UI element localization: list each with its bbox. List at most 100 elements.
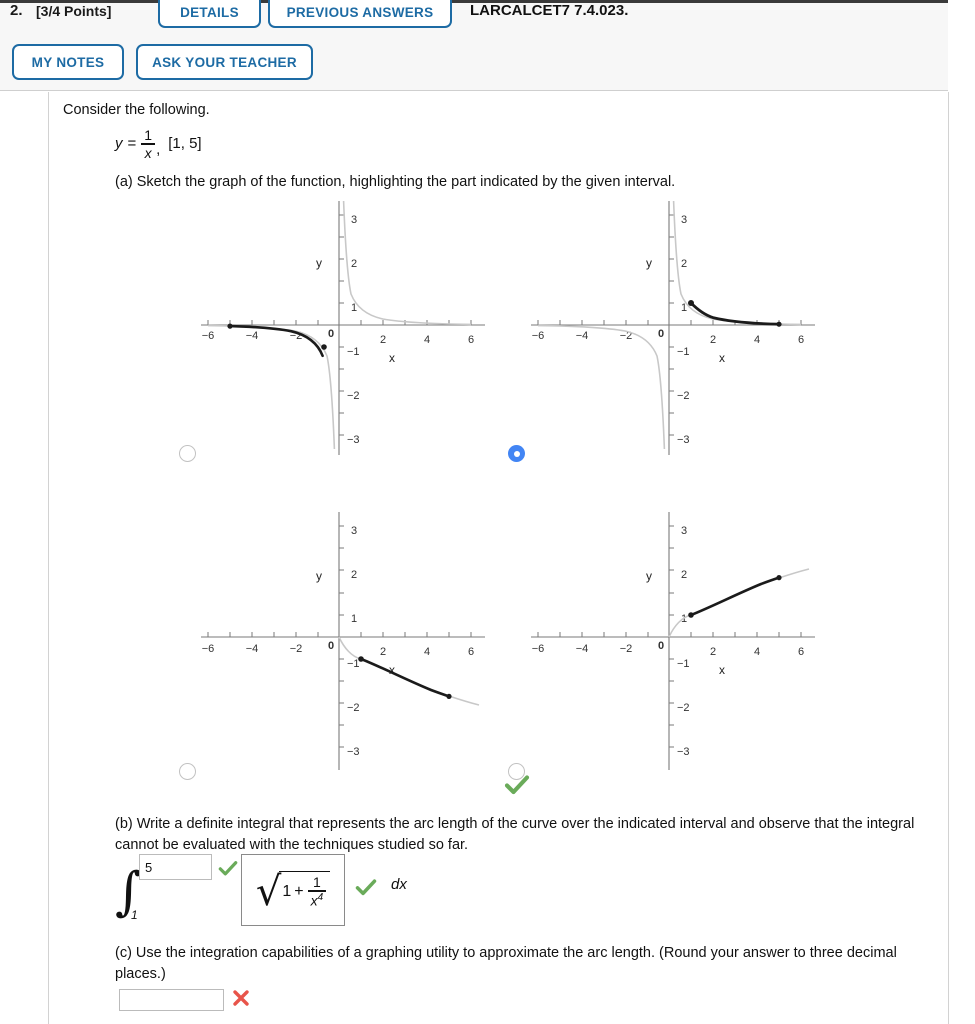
svg-text:−3: −3	[677, 746, 690, 758]
graph-option-d[interactable]: −6 −4 −2 0 2 4 6 3 2 1 −1 −2 −3 y x	[509, 502, 839, 792]
equation-comma: ,	[156, 140, 161, 158]
svg-text:−1: −1	[677, 346, 690, 358]
equation-numerator: 1	[144, 127, 153, 143]
radicand: 1 + 1 x4	[279, 871, 331, 909]
svg-text:1: 1	[351, 613, 357, 625]
svg-text:−6: −6	[532, 330, 545, 342]
radicand-plus: +	[294, 882, 304, 900]
svg-text:0: 0	[658, 640, 664, 652]
x-axis-label: x	[389, 351, 395, 365]
svg-text:−3: −3	[347, 746, 360, 758]
svg-text:−3: −3	[677, 434, 690, 446]
my-notes-button[interactable]: MY NOTES	[12, 44, 124, 80]
endpoint-marker-left	[358, 656, 364, 662]
svg-text:0: 0	[328, 328, 334, 340]
curve-highlight	[689, 301, 781, 326]
endpoint-marker-left	[688, 300, 694, 306]
answer-incorrect-icon	[233, 990, 249, 1006]
graph-option-b-svg: −6 −4 −2 0 2 4 6 3 2 1 −1 −2 −3 y x	[531, 200, 815, 455]
y-axis-label: y	[646, 569, 652, 583]
square-root-expression: √ 1 + 1 x4	[255, 869, 331, 915]
endpoint-marker-left	[688, 612, 694, 618]
equation-interval: [1, 5]	[168, 135, 202, 153]
curve-full-light	[338, 636, 480, 706]
graph-option-a-radio[interactable]	[179, 445, 196, 462]
endpoint-marker-right	[776, 575, 782, 581]
previous-answers-button[interactable]: PREVIOUS ANSWERS	[268, 0, 452, 28]
svg-text:−2: −2	[677, 390, 690, 402]
svg-text:−4: −4	[576, 643, 589, 655]
endpoint-marker-right	[776, 321, 782, 327]
radicand-one: 1	[282, 882, 292, 900]
svg-text:−1: −1	[347, 658, 360, 670]
y-axis-label: y	[316, 569, 322, 583]
svg-text:0: 0	[328, 640, 334, 652]
part-c-prompt: (c) Use the integration capabilities of …	[115, 945, 897, 983]
consider-the-following-text: Consider the following.	[63, 102, 210, 118]
radicand-fraction-numerator: 1	[312, 874, 321, 891]
ask-your-teacher-button[interactable]: ASK YOUR TEACHER	[136, 44, 313, 80]
svg-text:0: 0	[658, 328, 664, 340]
svg-text:3: 3	[681, 214, 687, 226]
svg-text:−2: −2	[620, 643, 633, 655]
svg-text:−1: −1	[677, 658, 690, 670]
svg-text:−6: −6	[532, 643, 545, 655]
svg-text:2: 2	[380, 646, 386, 658]
svg-text:−6: −6	[202, 643, 215, 655]
svg-text:6: 6	[798, 334, 804, 346]
graph-option-c[interactable]: −6 −4 −2 0 2 4 6 3 2 1 −1 −2 −3 y x	[179, 502, 509, 792]
svg-text:2: 2	[681, 258, 687, 270]
graph-option-a[interactable]: −6 −4 −2 0 2 4 6 3 2 1 −1 −2 −3 y x	[179, 197, 509, 467]
arc-length-answer-input[interactable]	[119, 989, 224, 1011]
curve-full-light	[668, 568, 810, 638]
graph-option-c-radio[interactable]	[179, 763, 196, 780]
integrand-expression-field[interactable]: √ 1 + 1 x4	[241, 854, 345, 926]
question-content: Consider the following. y = 1 x , [1, 5]…	[49, 92, 948, 1024]
right-divider-rule	[948, 92, 949, 1024]
radical-icon: √	[255, 869, 282, 915]
svg-text:6: 6	[798, 646, 804, 658]
svg-text:−3: −3	[347, 434, 360, 446]
graph-answer-correct-icon	[504, 775, 530, 795]
svg-text:4: 4	[424, 646, 430, 658]
assignment-code: LARCALCET7 7.4.023.	[470, 2, 629, 19]
endpoint-marker-right	[446, 693, 452, 699]
integral-lower-limit: 1	[131, 908, 138, 922]
graph-option-d-svg: −6 −4 −2 0 2 4 6 3 2 1 −1 −2 −3 y x	[531, 512, 815, 770]
svg-text:2: 2	[710, 646, 716, 658]
svg-text:4: 4	[754, 334, 760, 346]
equation-equals: =	[127, 135, 137, 153]
equation-fraction: 1 x	[141, 127, 156, 161]
graph-option-b[interactable]: −6 −4 −2 0 2 4 6 3 2 1 −1 −2 −3 y x	[509, 197, 839, 467]
graph-option-c-svg: −6 −4 −2 0 2 4 6 3 2 1 −1 −2 −3 y x	[201, 512, 485, 770]
question-header-bar: 2. [3/4 Points] DETAILS PREVIOUS ANSWERS…	[0, 0, 948, 91]
axis-tick-labels: −6 −4 −2 0 2 4 6 3 2 1 −1 −2 −3	[532, 214, 804, 446]
graph-option-a-svg: −6 −4 −2 0 2 4 6 3 2 1 −1 −2 −3 y x	[201, 200, 485, 455]
svg-text:6: 6	[468, 334, 474, 346]
y-axis-label: y	[316, 256, 322, 270]
curve-highlight	[228, 324, 324, 358]
equation-denominator: x	[144, 144, 152, 161]
svg-text:−2: −2	[347, 702, 360, 714]
svg-text:−4: −4	[246, 330, 259, 342]
endpoint-marker-right	[321, 344, 327, 350]
x-axis-label: x	[719, 351, 725, 365]
svg-text:−4: −4	[246, 643, 259, 655]
svg-text:−2: −2	[290, 643, 303, 655]
curve-full-light	[342, 200, 472, 326]
integral-upper-limit-input[interactable]	[139, 854, 212, 880]
question-number: 2.	[10, 2, 23, 19]
differential-label: dx	[391, 876, 407, 893]
svg-text:3: 3	[351, 525, 357, 537]
x-axis-label: x	[719, 663, 725, 677]
graph-option-b-radio[interactable]	[508, 445, 525, 462]
svg-text:6: 6	[468, 646, 474, 658]
part-b-prompt: (b) Write a definite integral that repre…	[115, 816, 915, 854]
upper-limit-correct-icon	[218, 861, 238, 876]
points-label: [3/4 Points]	[36, 3, 112, 19]
details-button[interactable]: DETAILS	[158, 0, 261, 28]
endpoint-marker-left	[227, 323, 233, 329]
function-equation: y = 1 x , [1, 5]	[115, 128, 202, 160]
curve-highlight	[359, 657, 451, 698]
svg-text:−1: −1	[347, 346, 360, 358]
